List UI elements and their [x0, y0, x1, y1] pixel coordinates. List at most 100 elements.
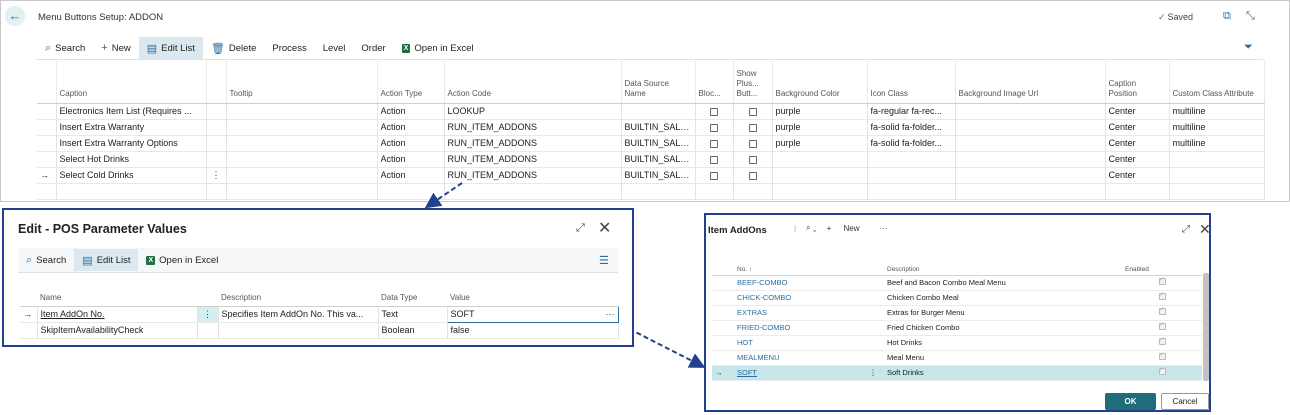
action-code-cell[interactable]: LOOKUP: [444, 103, 622, 120]
edit-list-button[interactable]: ▤ Edit List: [138, 37, 203, 59]
caption-position-cell[interactable]: Center: [1105, 167, 1170, 184]
list-item[interactable]: FRIED-COMBO Fried Chicken Combo: [712, 320, 1202, 336]
custom-class-cell[interactable]: [1169, 151, 1265, 168]
tooltip-cell[interactable]: [226, 103, 378, 120]
blocked-checkbox[interactable]: [695, 135, 734, 152]
ok-button[interactable]: OK: [1105, 393, 1156, 410]
caption-position-cell[interactable]: Center: [1105, 119, 1170, 136]
expand-icon[interactable]: ⤢: [576, 222, 585, 235]
background-image-cell[interactable]: [955, 119, 1106, 136]
background-color-cell[interactable]: [772, 151, 868, 168]
row-actions-ellipsis[interactable]: ⋮: [862, 365, 884, 381]
background-color-cell[interactable]: [772, 167, 868, 184]
parameter-value-cell[interactable]: false: [447, 322, 619, 339]
list-menu-icon[interactable]: ☰: [599, 254, 609, 267]
show-plus-minus-checkbox[interactable]: [733, 119, 773, 136]
parameter-value-input[interactable]: ··· SOFT: [446, 305, 619, 323]
blocked-checkbox[interactable]: [695, 119, 734, 136]
search-button[interactable]: ⌕ Search: [37, 37, 93, 59]
column-header-data-type[interactable]: Data Type: [378, 290, 447, 307]
addon-description-cell[interactable]: Beef and Bacon Combo Meal Menu: [884, 275, 1122, 291]
action-type-cell[interactable]: Action: [377, 103, 445, 120]
open-new-window-icon[interactable]: ⧉: [1223, 10, 1231, 23]
background-image-cell[interactable]: [955, 135, 1106, 152]
column-header-background-image-url[interactable]: Background Image Url: [955, 61, 1106, 104]
caption-cell[interactable]: Insert Extra Warranty: [56, 119, 207, 136]
show-plus-minus-checkbox[interactable]: [733, 151, 773, 168]
background-image-cell[interactable]: [955, 167, 1106, 184]
column-header-action-code[interactable]: Action Code: [444, 61, 622, 104]
table-row-selected[interactable]: → Select Cold Drinks ⋮ Action RUN_ITEM_A…: [37, 167, 1265, 184]
blocked-checkbox[interactable]: [695, 167, 734, 184]
action-code-cell[interactable]: RUN_ITEM_ADDONS: [444, 119, 622, 136]
filter-icon[interactable]: ⏷: [1244, 41, 1253, 54]
custom-class-cell[interactable]: multiline: [1169, 103, 1265, 120]
column-header-blocked[interactable]: Bloc...: [695, 61, 734, 104]
custom-class-cell[interactable]: multiline: [1169, 119, 1265, 136]
table-row[interactable]: SkipItemAvailabilityCheck Boolean false: [20, 322, 619, 339]
data-source-cell[interactable]: BUILTIN_SALE...: [621, 151, 696, 168]
icon-class-cell[interactable]: fa-solid fa-folder...: [867, 135, 956, 152]
parameter-data-type-cell[interactable]: Boolean: [378, 322, 448, 339]
lookup-ellipsis-icon[interactable]: ···: [606, 309, 615, 319]
addon-no-cell[interactable]: CHICK-COMBO: [734, 290, 862, 306]
parameter-description-cell[interactable]: [218, 322, 379, 339]
search-button[interactable]: ⌕ Search: [18, 249, 74, 271]
column-header-caption[interactable]: Caption: [56, 61, 207, 104]
addon-description-cell[interactable]: Hot Drinks: [884, 335, 1122, 351]
blocked-checkbox[interactable]: [695, 151, 734, 168]
addon-no-cell[interactable]: HOT: [734, 335, 862, 351]
icon-class-cell[interactable]: fa-solid fa-folder...: [867, 119, 956, 136]
background-color-cell[interactable]: purple: [772, 119, 868, 136]
action-code-cell[interactable]: RUN_ITEM_ADDONS: [444, 135, 622, 152]
parameter-name-cell[interactable]: SkipItemAvailabilityCheck: [37, 322, 198, 339]
background-color-cell[interactable]: purple: [772, 135, 868, 152]
row-actions-ellipsis[interactable]: ⋮: [197, 306, 219, 323]
data-source-cell[interactable]: BUILTIN_SALE...: [621, 135, 696, 152]
addon-no-cell[interactable]: FRIED-COMBO: [734, 320, 862, 336]
delete-button[interactable]: 🗑 Delete: [203, 37, 264, 59]
background-image-cell[interactable]: [955, 103, 1106, 120]
show-plus-minus-checkbox[interactable]: [733, 103, 773, 120]
action-type-cell[interactable]: Action: [377, 119, 445, 136]
search-dropdown-button[interactable]: ⌕ ⌄: [806, 223, 816, 233]
tooltip-cell[interactable]: [226, 151, 378, 168]
background-image-cell[interactable]: [955, 151, 1106, 168]
tooltip-cell[interactable]: [226, 135, 378, 152]
row-actions-ellipsis[interactable]: ⋮: [206, 167, 227, 184]
vertical-scrollbar[interactable]: [1203, 273, 1209, 381]
table-row[interactable]: Select Hot Drinks Action RUN_ITEM_ADDONS…: [37, 151, 1265, 168]
close-icon[interactable]: ✕: [1199, 221, 1211, 238]
column-header-no[interactable]: No. ↑: [734, 265, 862, 276]
column-header-show-plus-minus[interactable]: Show Plus... Butt...: [733, 61, 773, 104]
edit-list-button[interactable]: ▤ Edit List: [74, 249, 139, 271]
empty-row[interactable]: [37, 183, 1265, 200]
cancel-button[interactable]: Cancel: [1161, 393, 1209, 410]
addon-no-cell[interactable]: SOFT: [734, 365, 862, 381]
addon-description-cell[interactable]: Fried Chicken Combo: [884, 320, 1122, 336]
column-header-data-source-name[interactable]: Data Source Name: [621, 61, 696, 104]
list-item-selected[interactable]: → SOFT ⋮ Soft Drinks: [712, 365, 1202, 381]
level-menu[interactable]: Level: [315, 37, 354, 59]
column-header-description[interactable]: Description: [884, 265, 1122, 276]
addon-no-cell[interactable]: BEEF-COMBO: [734, 275, 862, 291]
custom-class-cell[interactable]: multiline: [1169, 135, 1265, 152]
addon-description-cell[interactable]: Soft Drinks: [884, 365, 1122, 381]
action-type-cell[interactable]: Action: [377, 135, 445, 152]
caption-cell[interactable]: Select Cold Drinks: [56, 167, 207, 184]
column-header-custom-class[interactable]: Custom Class Attribute: [1169, 61, 1265, 104]
caption-position-cell[interactable]: Center: [1105, 103, 1170, 120]
order-menu[interactable]: Order: [353, 37, 393, 59]
column-header-tooltip[interactable]: Tooltip: [226, 61, 378, 104]
custom-class-cell[interactable]: [1169, 167, 1265, 184]
process-menu[interactable]: Process: [264, 37, 314, 59]
column-header-description[interactable]: Description: [218, 290, 378, 307]
table-row[interactable]: Electronics Item List (Requires ... Acti…: [37, 103, 1265, 120]
new-button[interactable]: + New: [93, 37, 138, 59]
column-header-value[interactable]: Value: [447, 290, 618, 307]
background-color-cell[interactable]: purple: [772, 103, 868, 120]
open-in-excel-button[interactable]: X Open in Excel: [394, 37, 482, 59]
caption-cell[interactable]: Electronics Item List (Requires ...: [56, 103, 207, 120]
action-type-cell[interactable]: Action: [377, 167, 445, 184]
show-plus-minus-checkbox[interactable]: [733, 135, 773, 152]
